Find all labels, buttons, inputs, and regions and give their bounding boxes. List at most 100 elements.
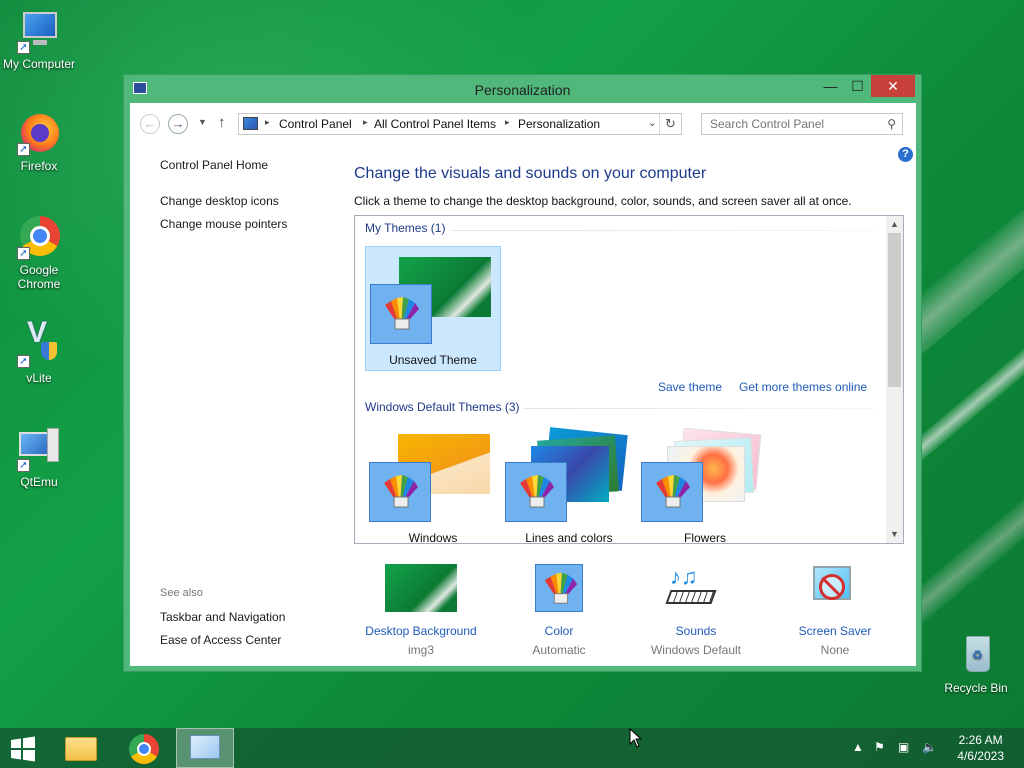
forward-button[interactable]: → xyxy=(168,114,188,134)
sounds-value: Windows Default xyxy=(650,643,742,657)
chrome-icon: ➚ xyxy=(17,216,61,260)
control-panel-icon xyxy=(190,735,220,759)
theme-name: Flowers xyxy=(683,531,726,544)
color-fan-icon xyxy=(385,297,419,330)
breadcrumb-separator[interactable]: ▸ xyxy=(363,117,368,128)
up-button[interactable]: ↑ xyxy=(218,114,226,131)
desktop-icon-recycle-bin[interactable]: ♻ Recycle Bin xyxy=(937,634,1015,695)
control-panel-icon xyxy=(243,117,258,130)
my-themes-title: My Themes (1) xyxy=(365,221,446,235)
color-fan-icon xyxy=(544,572,578,604)
clock[interactable]: 2:26 AM 4/6/2023 xyxy=(957,732,1004,764)
search-input[interactable] xyxy=(702,114,872,134)
desktop-icon-vlite[interactable]: V ➚ vLite xyxy=(0,318,78,385)
show-hidden-icons[interactable]: ▲ xyxy=(852,740,864,754)
qtemu-icon: ➚ xyxy=(17,428,61,472)
theme-windows[interactable]: Windows xyxy=(365,428,501,544)
refresh-button[interactable]: ↻ xyxy=(659,114,681,134)
recent-locations-icon[interactable]: ▼ xyxy=(198,117,207,127)
address-dropdown-icon[interactable]: ⌄ xyxy=(648,116,657,129)
page-subheading: Click a theme to change the desktop back… xyxy=(354,194,852,208)
theme-list-scrollbar[interactable]: ▲ ▼ xyxy=(886,216,903,543)
taskbar-chrome[interactable] xyxy=(115,728,173,768)
clock-time: 2:26 AM xyxy=(958,733,1003,747)
breadcrumb-control-panel[interactable]: Control Panel xyxy=(279,117,352,131)
recycle-bin-icon: ♻ xyxy=(954,634,998,678)
title-bar[interactable]: Personalization — ☐ ✕ xyxy=(124,75,921,103)
desktop-icon-firefox[interactable]: ➚ Firefox xyxy=(0,112,78,173)
taskbar-navigation-link[interactable]: Taskbar and Navigation xyxy=(160,610,285,624)
search-icon[interactable]: ⚲ xyxy=(887,117,896,131)
start-button[interactable] xyxy=(0,728,58,768)
color-icon xyxy=(535,564,583,612)
help-icon[interactable]: ? xyxy=(898,147,913,162)
sounds-setting[interactable]: ♪♫ Sounds Windows Default xyxy=(627,564,765,657)
theme-flowers[interactable]: Flowers xyxy=(637,427,773,544)
navigation-bar: ← → ▼ ↑ ▸ Control Panel ▸ All Control Pa… xyxy=(130,103,916,141)
color-fan-icon xyxy=(384,475,418,508)
change-mouse-pointers-link[interactable]: Change mouse pointers xyxy=(160,217,287,231)
breadcrumb-separator[interactable]: ▸ xyxy=(505,117,510,128)
color-setting[interactable]: Color Automatic xyxy=(490,564,628,657)
desktop-icon-label: Google Chrome xyxy=(17,263,61,291)
taskbar-control-panel[interactable] xyxy=(176,728,234,768)
breadcrumb-separator: ▸ xyxy=(265,117,270,127)
screen-saver-icon xyxy=(799,564,871,612)
back-button[interactable]: ← xyxy=(140,114,160,134)
taskbar-file-explorer[interactable] xyxy=(52,728,110,768)
divider xyxy=(451,230,877,231)
change-desktop-icons-link[interactable]: Change desktop icons xyxy=(160,194,279,208)
volume-muted-icon[interactable]: 🔈 xyxy=(922,740,937,754)
address-bar[interactable]: ▸ Control Panel ▸ All Control Panel Item… xyxy=(238,113,682,135)
theme-lines-and-colors[interactable]: Lines and colors xyxy=(501,427,637,544)
theme-color-swatch xyxy=(370,284,432,344)
action-center-icon[interactable]: ⚑ xyxy=(874,740,885,754)
theme-list[interactable]: My Themes (1) Unsaved Theme Save theme G… xyxy=(354,215,904,544)
clock-date: 4/6/2023 xyxy=(957,749,1004,763)
personalization-window: Personalization — ☐ ✕ ← → ▼ ↑ ▸ Control … xyxy=(123,74,922,672)
theme-color-swatch xyxy=(369,462,431,522)
theme-name: Windows xyxy=(408,531,458,544)
theme-name: Lines and colors xyxy=(525,531,613,544)
desktop-icon-label: vLite xyxy=(26,371,52,385)
desktop-icon-chrome[interactable]: ➚ Google Chrome xyxy=(0,216,78,291)
color-value: Automatic xyxy=(532,643,586,657)
screen-saver-setting[interactable]: Screen Saver None xyxy=(766,564,904,657)
page-heading: Change the visuals and sounds on your co… xyxy=(354,165,707,182)
save-theme-link[interactable]: Save theme xyxy=(658,380,722,394)
network-icon[interactable]: ▣ xyxy=(898,740,909,754)
screen-saver-label[interactable]: Screen Saver xyxy=(766,624,904,638)
default-themes-title: Windows Default Themes (3) xyxy=(365,400,520,414)
theme-unsaved[interactable]: Unsaved Theme xyxy=(365,246,501,371)
windows-logo-icon xyxy=(11,736,35,762)
sounds-icon: ♪♫ xyxy=(660,564,732,612)
desktop-icon-label: Firefox xyxy=(20,159,58,173)
get-more-themes-link[interactable]: Get more themes online xyxy=(739,380,867,394)
see-also-title: See also xyxy=(160,587,203,599)
window-client: ← → ▼ ↑ ▸ Control Panel ▸ All Control Pa… xyxy=(130,103,916,666)
breadcrumb-personalization[interactable]: Personalization xyxy=(518,117,600,131)
scroll-up-icon[interactable]: ▲ xyxy=(886,216,903,233)
control-panel-home-link[interactable]: Control Panel Home xyxy=(160,158,268,172)
scroll-down-icon[interactable]: ▼ xyxy=(886,526,903,543)
sounds-label[interactable]: Sounds xyxy=(627,624,765,638)
breadcrumb-all-items[interactable]: All Control Panel Items xyxy=(374,117,496,131)
screen-saver-value: None xyxy=(820,643,850,657)
minimize-button[interactable]: — xyxy=(817,75,844,97)
close-button[interactable]: ✕ xyxy=(871,75,915,97)
theme-color-swatch xyxy=(505,462,567,522)
desktop-icon-my-computer[interactable]: ➚ My Computer xyxy=(0,10,78,71)
desktop-icon-qtemu[interactable]: ➚ QtEmu xyxy=(0,428,78,489)
firefox-icon: ➚ xyxy=(17,112,61,156)
vlite-icon: V ➚ xyxy=(17,318,61,368)
scroll-thumb[interactable] xyxy=(888,233,901,387)
maximize-button[interactable]: ☐ xyxy=(844,75,871,97)
color-label[interactable]: Color xyxy=(490,624,628,638)
desktop-background-label[interactable]: Desktop Background xyxy=(352,624,490,638)
color-fan-icon xyxy=(520,475,554,508)
desktop-icon-label: Recycle Bin xyxy=(944,681,1008,695)
desktop-background-setting[interactable]: Desktop Background img3 xyxy=(352,564,490,657)
ease-of-access-link[interactable]: Ease of Access Center xyxy=(160,633,281,647)
computer-icon: ➚ xyxy=(17,10,61,54)
search-box[interactable]: ⚲ xyxy=(701,113,903,135)
